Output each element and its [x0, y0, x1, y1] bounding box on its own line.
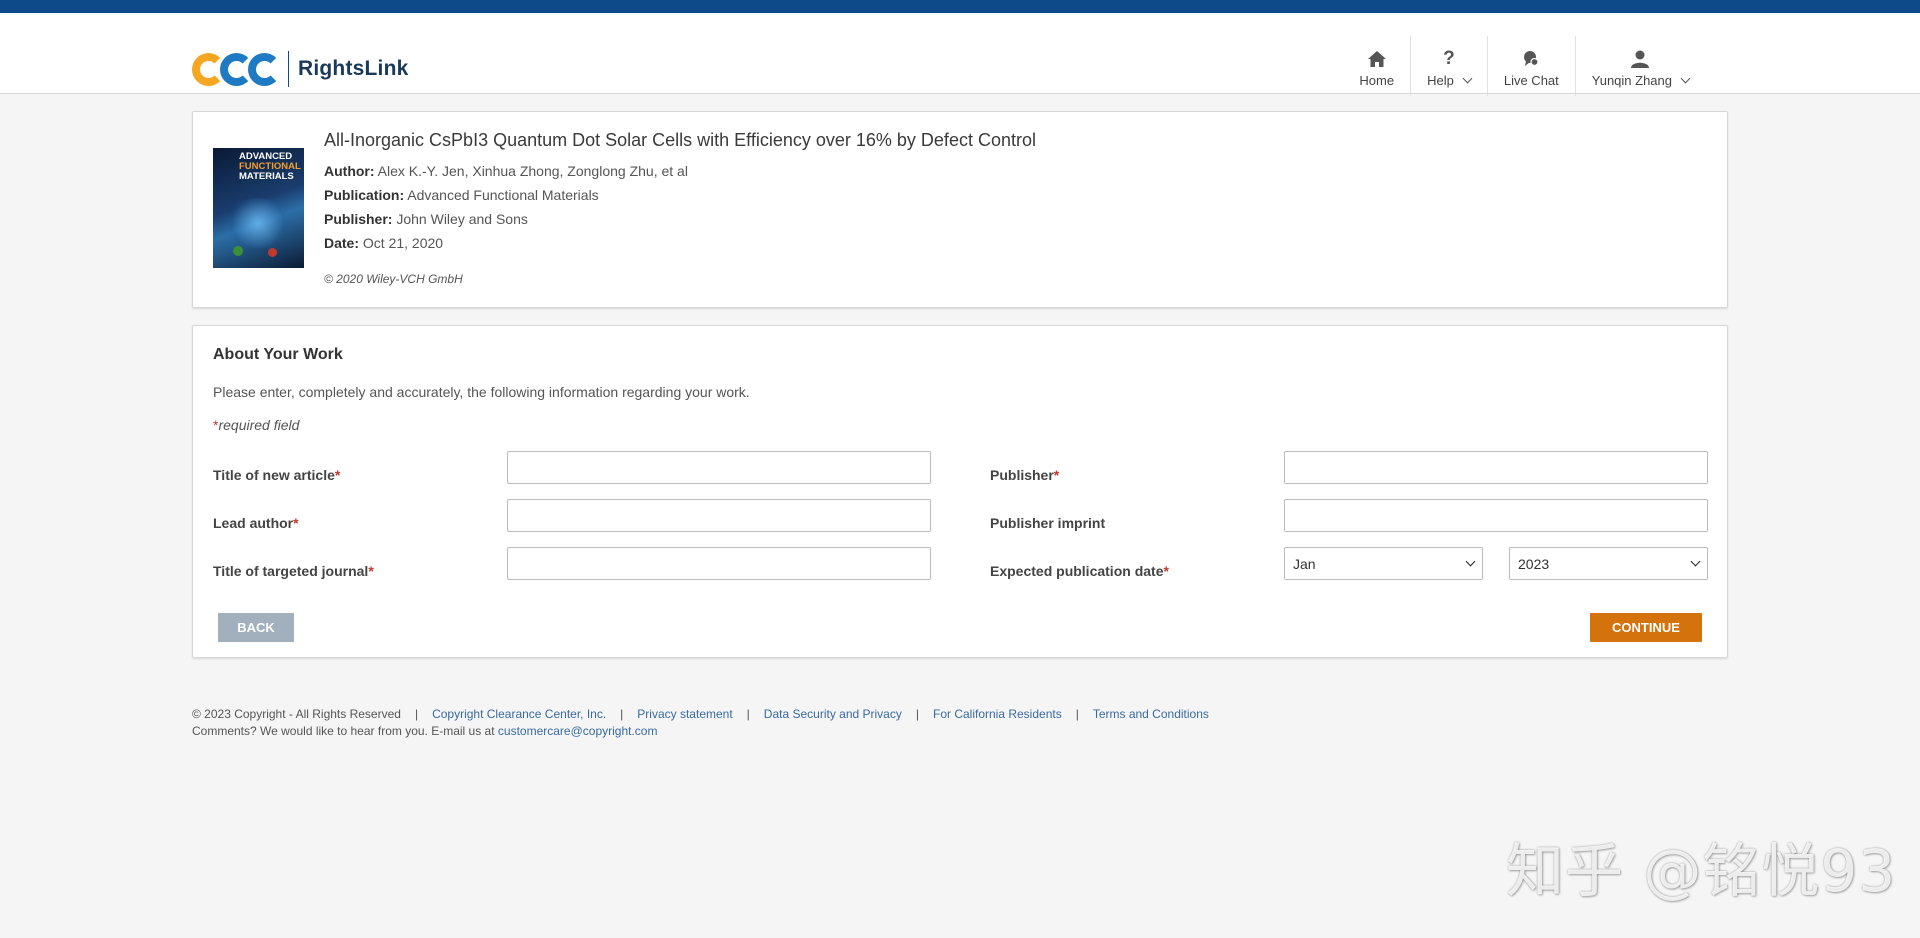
year-select[interactable]: 2023 [1509, 547, 1708, 580]
article-author: Author: Alex K.-Y. Jen, Xinhua Zhong, Zo… [324, 163, 688, 179]
section-title: About Your Work [213, 346, 343, 363]
home-icon [1367, 48, 1387, 70]
title-new-article-label: Title of new article* [213, 467, 341, 483]
chevron-down-icon [1462, 73, 1473, 84]
footer-link-data-security[interactable]: Data Security and Privacy [764, 706, 902, 723]
publisher-imprint-label: Publisher imprint [990, 515, 1106, 531]
site-header: RightsLink Home ? Help Live Chat Yunqin … [0, 13, 1920, 96]
ccc-rightslink-logo[interactable]: RightsLink [192, 51, 409, 87]
lead-author-input[interactable] [507, 499, 931, 532]
footer-link-california[interactable]: For California Residents [933, 706, 1062, 723]
user-icon [1630, 48, 1650, 70]
article-date: Date: Oct 21, 2020 [324, 235, 444, 251]
nav-user-menu[interactable]: Yunqin Zhang [1574, 36, 1705, 96]
nav-help-label: Help [1427, 73, 1454, 88]
journal-cover-image: ADVANCED FUNCTIONAL MATERIALS [213, 148, 304, 268]
continue-button[interactable]: CONTINUE [1590, 613, 1702, 642]
expected-date-label: Expected publication date* [990, 563, 1169, 579]
month-select[interactable]: Jan [1284, 547, 1483, 580]
help-icon: ? [1443, 48, 1455, 69]
about-your-work-card: About Your Work Please enter, completely… [192, 325, 1728, 658]
nav-home-label: Home [1359, 73, 1395, 88]
publisher-imprint-input[interactable] [1284, 499, 1708, 532]
lead-author-label: Lead author* [213, 515, 299, 531]
back-button[interactable]: BACK [218, 613, 294, 642]
brand-name: RightsLink [298, 57, 409, 80]
nav-help[interactable]: ? Help [1410, 36, 1487, 96]
article-copyright: © 2020 Wiley-VCH GmbH [324, 272, 463, 286]
footer-email-link[interactable]: customercare@copyright.com [498, 723, 658, 740]
footer-copyright: © 2023 Copyright - All Rights Reserved [192, 707, 401, 721]
chat-icon [1522, 48, 1540, 70]
publisher-label: Publisher* [990, 467, 1060, 483]
site-footer: © 2023 Copyright - All Rights Reserved |… [192, 706, 1209, 740]
footer-link-terms[interactable]: Terms and Conditions [1093, 706, 1209, 723]
title-new-article-input[interactable] [507, 451, 931, 484]
nav-home[interactable]: Home [1343, 36, 1410, 96]
watermark-text: 知乎 @铭悦93 [1506, 837, 1897, 905]
chevron-down-icon [1465, 556, 1476, 567]
footer-link-ccc[interactable]: Copyright Clearance Center, Inc. [432, 706, 606, 723]
footer-comments: Comments? We would like to hear from you… [192, 724, 495, 738]
targeted-journal-input[interactable] [507, 547, 931, 580]
targeted-journal-label: Title of targeted journal* [213, 563, 374, 579]
logo-divider [288, 51, 289, 87]
chevron-down-icon [1680, 73, 1691, 84]
footer-link-privacy[interactable]: Privacy statement [637, 706, 732, 723]
header-nav: Home ? Help Live Chat Yunqin Zhang [1343, 36, 1705, 96]
required-field-note: *required field [213, 417, 300, 433]
nav-live-chat[interactable]: Live Chat [1486, 36, 1575, 96]
nav-live-chat-label: Live Chat [1503, 73, 1559, 88]
article-publication: Publication: Advanced Functional Materia… [324, 187, 599, 203]
chevron-down-icon [1690, 556, 1701, 567]
article-publisher: Publisher: John Wiley and Sons [324, 211, 528, 227]
section-intro: Please enter, completely and accurately,… [213, 384, 750, 400]
article-info-card: ADVANCED FUNCTIONAL MATERIALS All-Inorgani… [192, 111, 1728, 308]
nav-user-label: Yunqin Zhang [1591, 73, 1672, 88]
top-accent-bar [0, 0, 1920, 13]
ccc-logo-icon [192, 52, 281, 86]
publisher-input[interactable] [1284, 451, 1708, 484]
article-title: All-Inorganic CsPbI3 Quantum Dot Solar C… [324, 130, 1036, 150]
